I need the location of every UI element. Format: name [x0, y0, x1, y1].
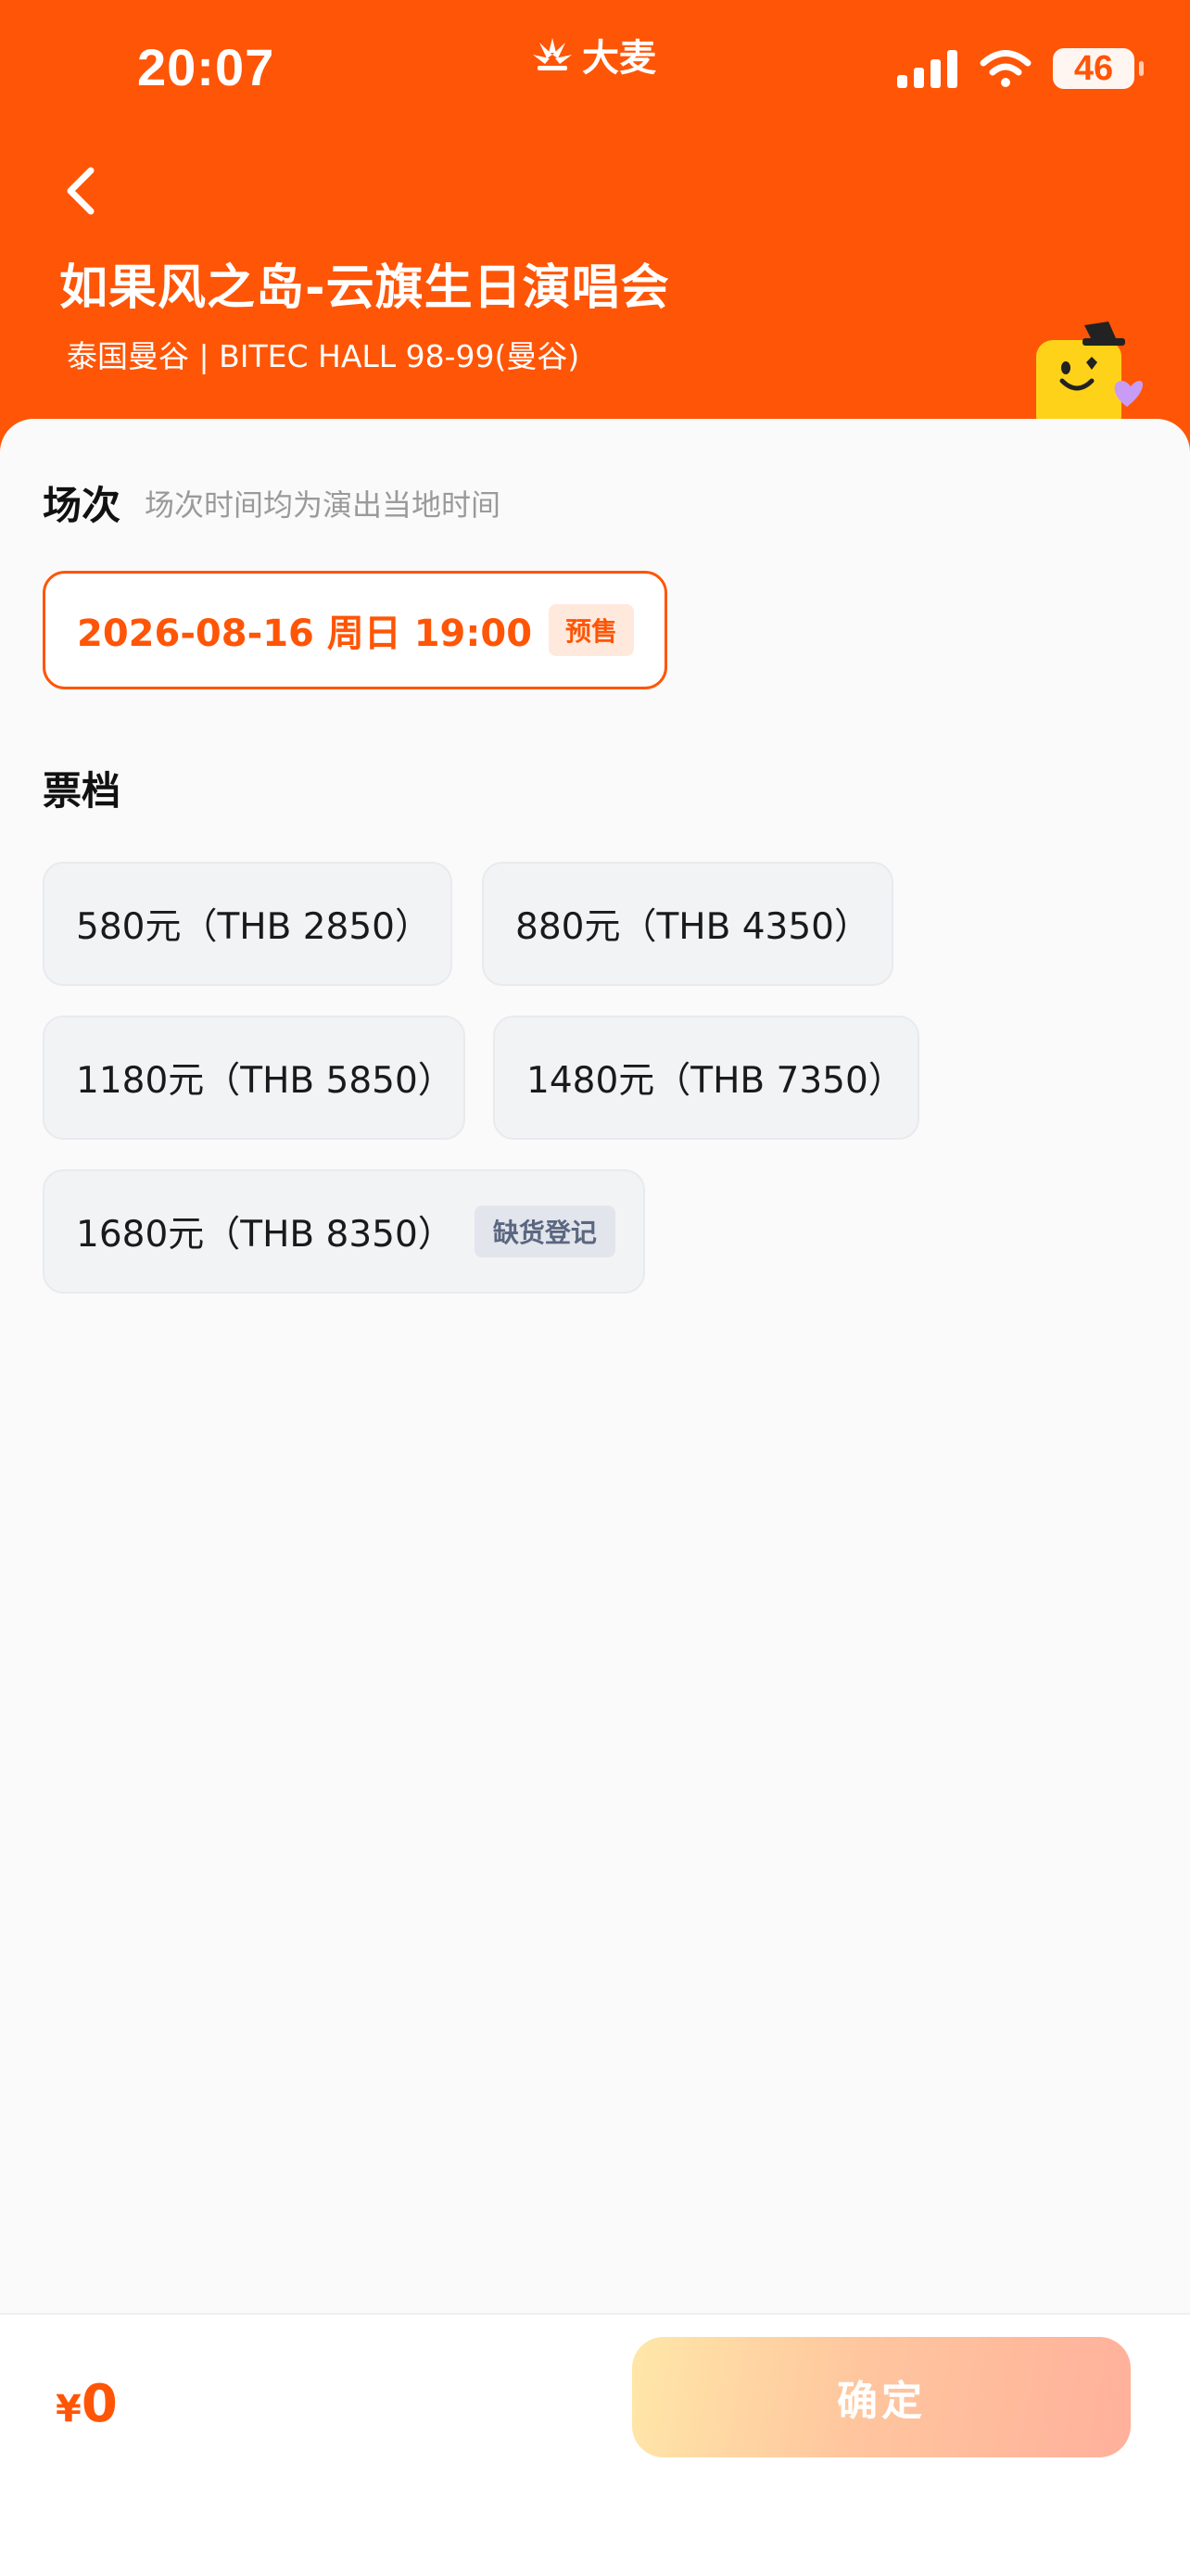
- tier-label: 1480元（THB 7350）: [526, 1060, 905, 1102]
- status-time: 20:07: [137, 38, 275, 96]
- back-arrow-icon: [67, 167, 95, 215]
- bottom-bar: ¥0 确定: [0, 2313, 1190, 2576]
- signal-icon: [897, 50, 957, 88]
- tier-label: 1180元（THB 5850）: [76, 1060, 454, 1102]
- session-section-title: 场次: [43, 483, 121, 528]
- wifi-icon: [980, 50, 1032, 87]
- damai-logo-icon: [533, 38, 572, 70]
- session-note: 场次时间均为演出当地时间: [145, 487, 501, 523]
- tier-label: 580元（THB 2850）: [76, 906, 431, 948]
- header: 20:07 大麦 46 如果风之岛-云旗生日演唱会 泰国曼谷 | BITEC H…: [0, 0, 1190, 445]
- battery-icon: 46: [1053, 48, 1144, 89]
- tier-section-title: 票档: [43, 768, 121, 814]
- mascot-icon: [1036, 322, 1144, 422]
- ticket-tier-1480[interactable]: 1480元（THB 7350）: [493, 1016, 919, 1140]
- brand-logo: 大麦: [530, 28, 656, 82]
- total-price: ¥0: [56, 2374, 118, 2434]
- selection-sheet: 场次 场次时间均为演出当地时间 2026-08-16 周日 19:00 预售 票…: [0, 419, 1190, 2574]
- currency-symbol: ¥: [56, 2388, 82, 2431]
- status-icons: 46: [897, 48, 1144, 89]
- ticket-tier-580[interactable]: 580元（THB 2850）: [43, 862, 452, 986]
- soldout-register-badge: 缺货登记: [474, 1206, 615, 1257]
- session-date-time: 2026-08-16 周日 19:00: [77, 612, 533, 655]
- event-title: 如果风之岛-云旗生日演唱会: [59, 260, 670, 316]
- back-button[interactable]: [54, 163, 109, 219]
- confirm-button[interactable]: 确定: [632, 2337, 1131, 2457]
- tier-label: 880元（THB 4350）: [515, 906, 870, 948]
- status-bar: 20:07 大麦 46: [0, 0, 1190, 139]
- event-venue: 泰国曼谷 | BITEC HALL 98-99(曼谷): [67, 338, 580, 374]
- presale-badge: 预售: [549, 604, 635, 656]
- ticket-tier-1680[interactable]: 1680元（THB 8350） 缺货登记: [43, 1169, 645, 1294]
- brand-name: 大麦: [582, 37, 656, 80]
- total-amount: 0: [81, 2374, 118, 2434]
- ticket-tier-880[interactable]: 880元（THB 4350）: [482, 862, 893, 986]
- ticket-tier-1180[interactable]: 1180元（THB 5850）: [43, 1016, 465, 1140]
- tier-label: 1680元（THB 8350）: [76, 1214, 454, 1256]
- session-option-selected[interactable]: 2026-08-16 周日 19:00 预售: [43, 571, 667, 689]
